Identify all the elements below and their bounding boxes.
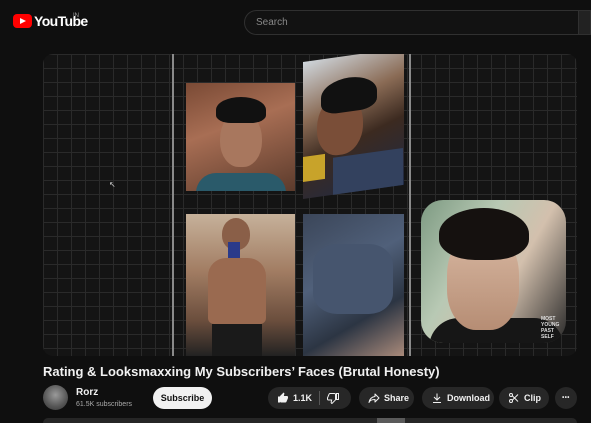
channel-row: Rorz 61.5K subscribers Subscribe 1.1K Sh… — [43, 385, 577, 413]
search-input[interactable] — [256, 17, 556, 28]
subscriber-photo-2 — [303, 54, 404, 199]
like-button[interactable]: 1.1K — [268, 387, 312, 409]
clip-button[interactable]: Clip — [499, 387, 549, 409]
shirt-shape — [333, 147, 403, 198]
description-box[interactable] — [43, 418, 577, 423]
region-code: IN — [73, 13, 79, 19]
left-divider-line — [172, 54, 174, 356]
shirt-shape — [196, 173, 286, 191]
like-dislike-group: 1.1K — [268, 387, 351, 409]
facecam-caption: MOST YOUNG PAST SELF — [541, 316, 560, 340]
more-horizontal-icon: ••• — [562, 395, 570, 401]
like-separator — [319, 391, 321, 405]
scissors-icon — [508, 392, 520, 404]
download-icon — [431, 392, 443, 404]
search-box[interactable] — [244, 10, 582, 35]
top-bar: YouTube IN — [0, 0, 591, 44]
search-button[interactable] — [578, 10, 591, 35]
shorts-shape — [212, 324, 262, 356]
fabric-shape — [313, 244, 393, 314]
right-divider-line — [409, 54, 411, 356]
mouse-cursor-icon: ↖ — [109, 180, 116, 189]
subscriber-photo-1 — [186, 83, 295, 191]
subscribe-button[interactable]: Subscribe — [153, 387, 212, 409]
download-button[interactable]: Download — [422, 387, 494, 409]
description-scroll-thumb — [377, 418, 405, 423]
more-actions-button[interactable]: ••• — [555, 387, 577, 409]
facecam-overlay: MOST YOUNG PAST SELF — [421, 200, 566, 343]
download-label: Download — [447, 393, 490, 403]
facecam-hair — [439, 208, 529, 260]
subscriber-photo-3 — [186, 214, 295, 356]
yellow-object — [303, 153, 325, 182]
hair-shape — [321, 73, 377, 116]
channel-name[interactable]: Rorz — [76, 387, 98, 398]
channel-avatar[interactable] — [43, 385, 68, 410]
logo-text: YouTube — [34, 13, 88, 29]
clip-label: Clip — [524, 393, 541, 403]
video-title: Rating & Looksmaxxing My Subscribers’ Fa… — [43, 364, 440, 379]
hair-shape — [216, 97, 266, 123]
subscriber-photo-4 — [303, 214, 404, 356]
share-arrow-icon — [368, 392, 380, 404]
dislike-button[interactable] — [327, 392, 340, 404]
youtube-logo-icon — [13, 14, 32, 28]
share-label: Share — [384, 393, 410, 403]
thumbs-down-icon — [327, 393, 340, 404]
subscriber-count: 61.5K subscribers — [76, 401, 133, 408]
torso-shape — [208, 258, 266, 324]
share-button[interactable]: Share — [359, 387, 414, 409]
thumbs-up-icon — [277, 392, 289, 404]
like-count: 1.1K — [293, 393, 313, 403]
